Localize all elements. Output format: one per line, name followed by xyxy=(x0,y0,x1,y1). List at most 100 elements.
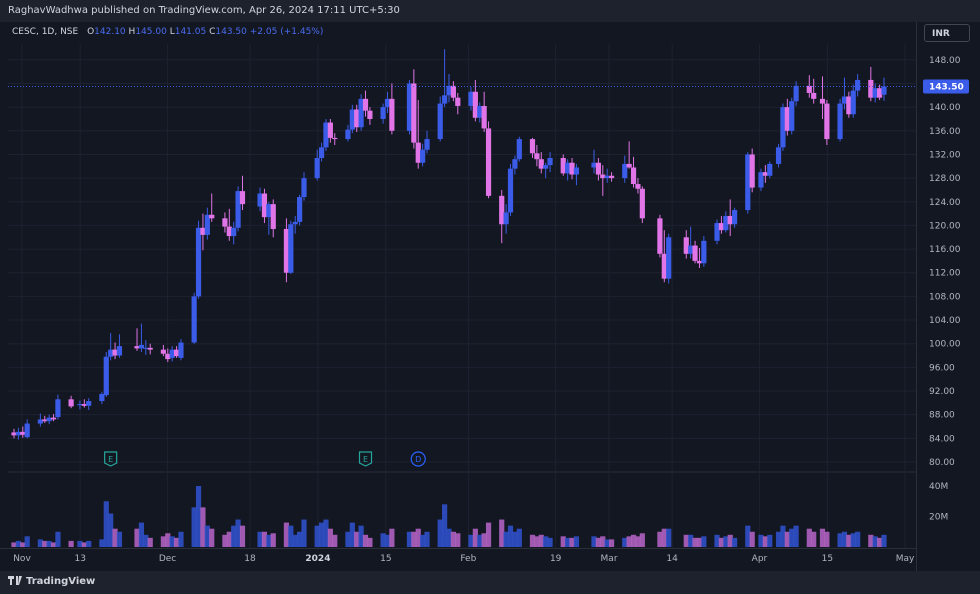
time-tick-label: Mar xyxy=(601,554,618,564)
candle-body[interactable] xyxy=(503,212,509,225)
legend-symbol: CESC, 1D, NSE xyxy=(12,27,79,37)
candle-body[interactable] xyxy=(775,147,782,164)
legend-change-value: +2.05 (+1.45%) xyxy=(249,27,324,37)
candle-body[interactable] xyxy=(608,175,615,179)
candle-body[interactable] xyxy=(327,122,333,138)
volume-bar xyxy=(116,531,123,547)
candle-body[interactable] xyxy=(485,128,492,196)
candle-body[interactable] xyxy=(288,224,294,273)
candle-body[interactable] xyxy=(437,103,443,140)
candle-body[interactable] xyxy=(239,191,246,205)
candle-body[interactable] xyxy=(160,349,166,354)
price-tick-label: 104.00 xyxy=(929,316,961,326)
candle-body[interactable] xyxy=(314,158,320,179)
candle-body[interactable] xyxy=(389,98,395,131)
candle-body[interactable] xyxy=(301,178,307,198)
candle-body[interactable] xyxy=(507,168,514,213)
candle-body[interactable] xyxy=(455,97,461,106)
price-tick-label: 116.00 xyxy=(929,245,961,255)
volume-bar xyxy=(332,534,338,547)
candle-body[interactable] xyxy=(666,237,672,279)
candle-body[interactable] xyxy=(692,245,698,261)
candle-body[interactable] xyxy=(297,197,303,222)
candle-body[interactable] xyxy=(103,356,109,396)
price-tick-label: 100.00 xyxy=(929,340,961,350)
candle-body[interactable] xyxy=(191,296,197,343)
candle-body[interactable] xyxy=(86,401,92,406)
candle-body[interactable] xyxy=(380,107,386,119)
candle-body[interactable] xyxy=(749,154,755,188)
candle-body[interactable] xyxy=(270,204,276,229)
candle-body[interactable] xyxy=(819,98,826,104)
candle-body[interactable] xyxy=(626,163,632,168)
earnings-marker-label: E xyxy=(108,455,113,464)
candle-body[interactable] xyxy=(411,83,417,143)
currency-button[interactable]: INR xyxy=(924,24,970,42)
volume-bar xyxy=(24,536,30,547)
candle-body[interactable] xyxy=(481,105,487,129)
price-tick-label: 80.00 xyxy=(929,458,955,468)
candle-body[interactable] xyxy=(68,399,74,407)
candle-body[interactable] xyxy=(292,221,298,225)
candle-body[interactable] xyxy=(362,98,369,111)
candle-body[interactable] xyxy=(116,346,123,356)
candle-body[interactable] xyxy=(222,218,228,227)
candle-body[interactable] xyxy=(793,85,799,102)
time-tick-label: 13 xyxy=(74,554,85,564)
price-tick-label: 92.00 xyxy=(929,387,955,397)
volume-bar xyxy=(639,533,645,547)
candle-body[interactable] xyxy=(178,342,184,358)
time-tick-label: Apr xyxy=(752,554,768,564)
candle-body[interactable] xyxy=(332,137,338,140)
candle-body[interactable] xyxy=(442,95,448,104)
candle-body[interactable] xyxy=(595,162,601,175)
candle-body[interactable] xyxy=(147,347,153,350)
candle-body[interactable] xyxy=(635,184,641,189)
candle-body[interactable] xyxy=(231,227,237,237)
candle-body[interactable] xyxy=(767,163,773,176)
candle-body[interactable] xyxy=(345,129,351,140)
candle-body[interactable] xyxy=(195,227,202,297)
candle-body[interactable] xyxy=(50,417,57,420)
candle-body[interactable] xyxy=(850,90,856,115)
candle-body[interactable] xyxy=(855,79,861,91)
candle-body[interactable] xyxy=(516,139,522,160)
candle-body[interactable] xyxy=(789,101,795,131)
candle-body[interactable] xyxy=(547,158,553,166)
candle-body[interactable] xyxy=(881,86,887,95)
candle-body[interactable] xyxy=(512,159,518,169)
candle-body[interactable] xyxy=(55,399,61,418)
candle-body[interactable] xyxy=(630,167,637,185)
candle-body[interactable] xyxy=(534,153,540,160)
tradingview-logo-icon xyxy=(8,576,22,585)
volume-bar xyxy=(573,536,580,547)
time-tick-label: 18 xyxy=(244,554,256,564)
candle-body[interactable] xyxy=(424,139,430,150)
candle-body[interactable] xyxy=(657,218,663,254)
candle-body[interactable] xyxy=(732,210,738,225)
candle-body[interactable] xyxy=(543,165,549,169)
candle-body[interactable] xyxy=(824,103,830,140)
volume-bar xyxy=(178,531,184,547)
volume-tick-label: 20M xyxy=(929,513,948,523)
candle-body[interactable] xyxy=(318,147,325,159)
candle-body[interactable] xyxy=(529,139,536,154)
candle-body[interactable] xyxy=(639,188,645,219)
candle-body[interactable] xyxy=(209,214,215,219)
candle-body[interactable] xyxy=(367,110,373,119)
candle-body[interactable] xyxy=(24,423,30,438)
volume-bar xyxy=(209,528,215,547)
volume-bar xyxy=(86,540,92,547)
candle-body[interactable] xyxy=(450,85,456,98)
candle-body[interactable] xyxy=(573,167,580,175)
candle-body[interactable] xyxy=(811,92,817,99)
volume-bar xyxy=(824,531,830,547)
candle-body[interactable] xyxy=(701,240,707,264)
candle-body[interactable] xyxy=(420,149,426,163)
tradingview-logo[interactable]: TradingView xyxy=(8,576,95,587)
time-tick-label: 15 xyxy=(822,554,833,564)
price-chart[interactable]: 148.00144.00140.00136.00132.00128.00124.… xyxy=(0,22,980,571)
volume-bar xyxy=(424,531,430,547)
candle-body[interactable] xyxy=(837,103,843,140)
time-tick-label: Nov xyxy=(13,554,31,564)
